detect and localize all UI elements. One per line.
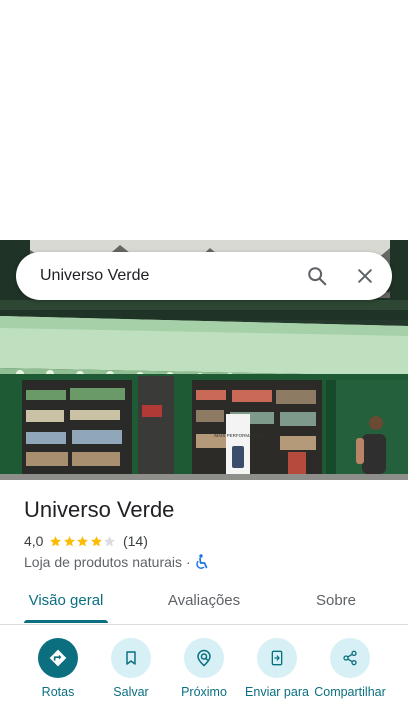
rating-stars	[49, 535, 117, 548]
nearby-button-circle[interactable]	[184, 638, 224, 678]
save-label: Salvar	[113, 685, 149, 699]
send-to-phone-label: Enviar para	[245, 685, 309, 699]
place-title: Universo Verde	[24, 497, 175, 522]
search-icon	[308, 267, 327, 286]
save-button-circle[interactable]	[111, 638, 151, 678]
bookmark-icon	[126, 651, 136, 665]
directions-icon	[49, 649, 67, 667]
tab-reviews[interactable]: Avaliações	[158, 580, 250, 624]
wheelchair-accessible-icon	[195, 554, 208, 569]
place-category: Loja de produtos naturais	[24, 554, 182, 570]
tab-bar: Visão geral Avaliações Sobre	[0, 580, 408, 625]
star-filled-icon	[64, 535, 75, 546]
nearby-icon	[197, 649, 211, 667]
nearby-button[interactable]: Próximo	[166, 638, 242, 700]
review-count[interactable]: (14)	[123, 533, 148, 549]
action-row: Rotas Salvar Próximo Enviar para Compart…	[0, 638, 408, 720]
send-to-phone-icon	[271, 650, 283, 666]
active-tab-indicator	[24, 620, 108, 623]
search-input[interactable]: Universo Verde	[40, 267, 297, 285]
send-to-phone-button-circle[interactable]	[257, 638, 297, 678]
star-filled-icon	[91, 535, 102, 546]
share-icon	[343, 650, 357, 666]
star-filled-icon	[50, 535, 62, 546]
sign-text: MAIS PERFORMANCE	[214, 433, 261, 438]
directions-label: Rotas	[41, 685, 75, 699]
separator-dot: ·	[186, 554, 191, 570]
rating-row[interactable]: 4,0 (14)	[24, 532, 148, 550]
tab-about[interactable]: Sobre	[306, 580, 366, 624]
share-label: Compartilhar	[314, 685, 386, 699]
save-button[interactable]: Salvar	[93, 638, 169, 700]
nearby-label: Próximo	[181, 685, 227, 699]
directions-button-circle[interactable]	[38, 638, 78, 678]
close-icon	[358, 269, 372, 283]
category-row: Loja de produtos naturais ·	[24, 553, 209, 571]
star-filled-icon	[77, 535, 89, 546]
clear-search-button[interactable]	[345, 256, 385, 296]
rating-value: 4,0	[24, 533, 44, 549]
tab-overview[interactable]: Visão geral	[24, 580, 108, 624]
send-to-phone-button[interactable]: Enviar para	[239, 638, 315, 700]
star-empty-icon	[104, 535, 116, 546]
share-button[interactable]: Compartilhar	[312, 638, 388, 700]
directions-button[interactable]: Rotas	[20, 638, 96, 700]
share-button-circle[interactable]	[330, 638, 370, 678]
search-button[interactable]	[297, 256, 337, 296]
search-bar[interactable]: Universo Verde	[16, 252, 392, 300]
